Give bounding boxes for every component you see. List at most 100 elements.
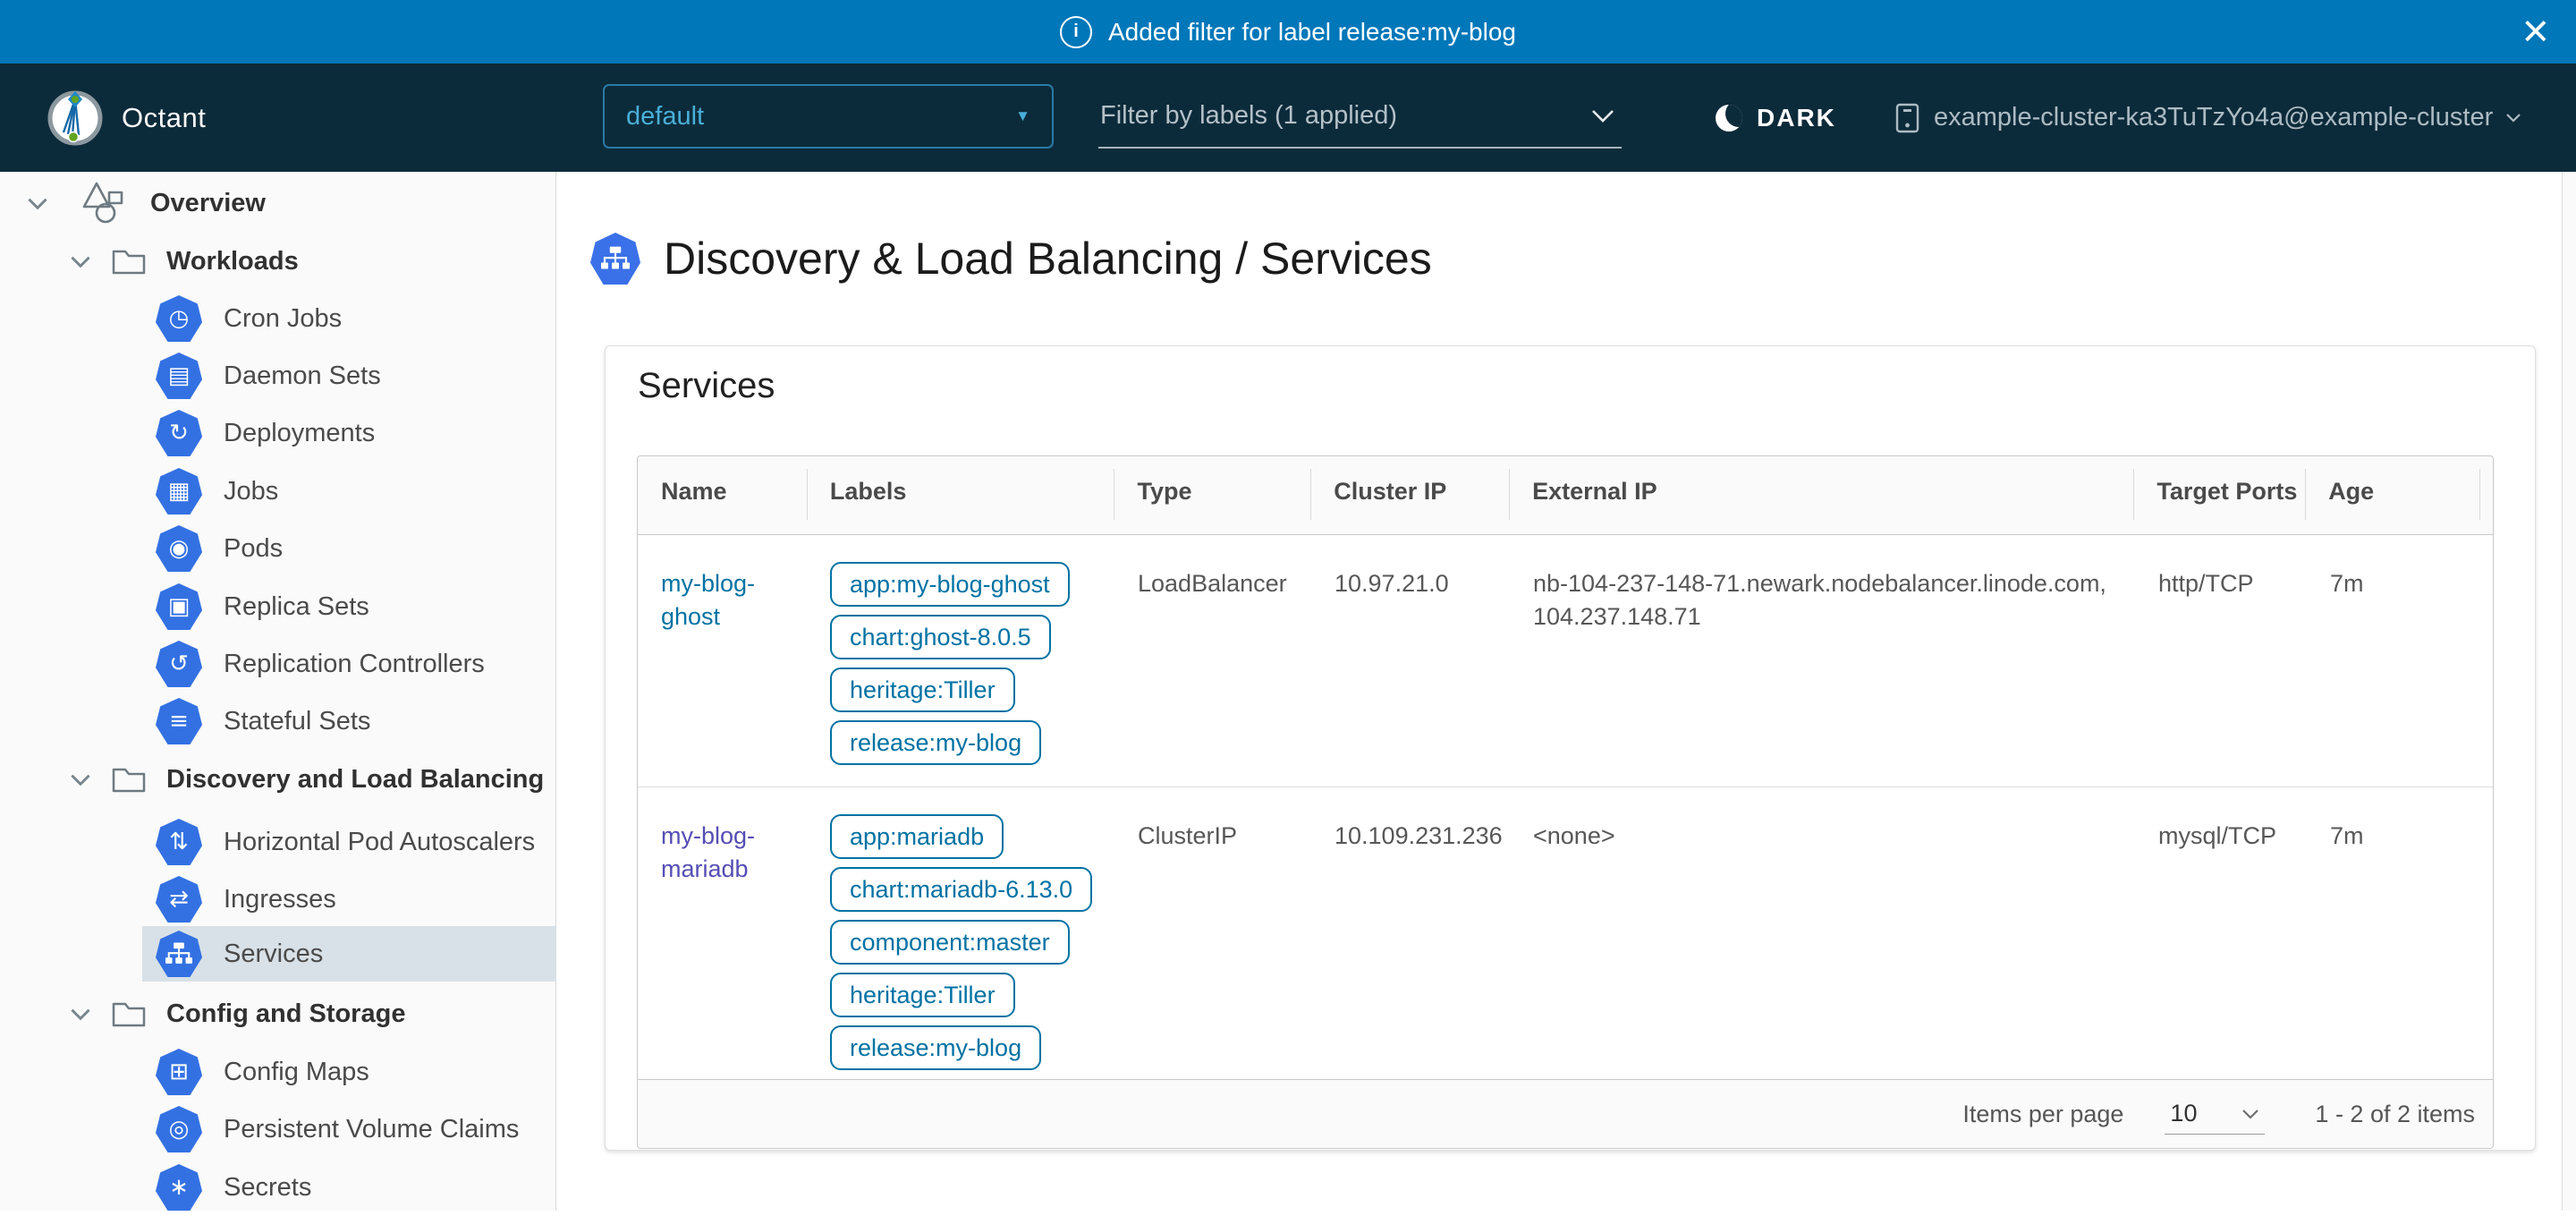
persistent-volume-claims-icon: ◎ (156, 1106, 202, 1152)
deployments-icon: ↻ (156, 410, 202, 456)
page-size-value: 10 (2170, 1100, 2197, 1127)
page-title: Discovery & Load Balancing / Services (590, 233, 1432, 285)
column-header-age: Age (2305, 456, 2479, 534)
theme-toggle-button[interactable]: DARK (1716, 64, 1836, 172)
chevron-down-icon (1591, 109, 1614, 123)
app-header: Octant default ▼ Filter by labels (1 app… (0, 64, 2576, 172)
sidebar-group-config-and-storage[interactable]: Config and Storage (0, 985, 626, 1042)
caret-down-icon[interactable] (70, 1007, 93, 1021)
column-header-cluster-ip: Cluster IP (1310, 456, 1509, 534)
target-ports-cell: mysql/TCP (2135, 787, 2307, 1079)
service-link[interactable]: my-blog-mariadb (661, 822, 755, 882)
sidebar-group-label: Workloads (166, 247, 299, 276)
column-header-external-ip: External IP (1509, 456, 2133, 534)
sidebar-item-label: Services (224, 940, 323, 969)
label-pill[interactable]: release:my-blog (830, 720, 1041, 765)
sidebar-item-label: Stateful Sets (224, 707, 370, 736)
caret-down-icon: ▼ (1015, 107, 1030, 125)
sidebar-item-label: Secrets (224, 1173, 311, 1203)
cluster-ip-cell: 10.97.21.0 (1311, 535, 1510, 787)
sidebar-group-workloads[interactable]: Workloads (0, 233, 626, 290)
cluster-icon (1894, 102, 1921, 134)
sidebar-item-label: Daemon Sets (224, 361, 381, 391)
cluster-ip-cell: 10.109.231.236 (1311, 787, 1510, 1079)
sidebar-item-overview[interactable]: Overview (0, 174, 583, 232)
caret-down-icon[interactable] (70, 772, 93, 787)
scrollbar[interactable] (2562, 172, 2576, 1211)
page-title-text: Discovery & Load Balancing / Services (664, 233, 1432, 285)
table-row: my-blog-mariadb app:mariadb chart:mariad… (638, 787, 2493, 1079)
services-icon (590, 233, 640, 285)
target-ports-cell: http/TCP (2135, 535, 2307, 787)
column-header-type: Type (1114, 456, 1310, 534)
sidebar-item-label: Horizontal Pod Autoscalers (224, 828, 535, 857)
stateful-sets-icon: ≡ (156, 698, 202, 744)
pods-icon: ◉ (156, 525, 202, 572)
service-link[interactable]: my-blog-ghost (661, 570, 755, 630)
label-pill[interactable]: app:my-blog-ghost (830, 562, 1070, 607)
items-per-page-label: Items per page (1962, 1101, 2123, 1128)
horizontal-pod-autoscalers-icon: ⇅ (156, 819, 202, 865)
folder-icon (111, 999, 147, 1029)
label-pill[interactable]: heritage:Tiller (830, 668, 1015, 712)
label-pill[interactable]: app:mariadb (830, 814, 1004, 859)
replica-sets-icon: ▣ (156, 583, 202, 630)
sidebar-item-label: Config Maps (224, 1058, 369, 1087)
column-header-spacer (2479, 456, 2493, 534)
label-pill[interactable]: chart:ghost-8.0.5 (830, 615, 1051, 659)
column-header-labels: Labels (807, 456, 1114, 534)
name-cell: my-blog-ghost (638, 535, 807, 787)
page-size-select[interactable]: 10 (2165, 1093, 2265, 1135)
sidebar-item-label: Deployments (224, 419, 375, 448)
replication-controllers-icon: ↺ (156, 641, 202, 687)
sidebar-item-label: Overview (150, 189, 266, 218)
external-ip-cell: nb-104-237-148-71.newark.nodebalancer.li… (1510, 535, 2135, 787)
sidebar-group-label: Config and Storage (166, 999, 405, 1029)
sidebar-item-label: Jobs (224, 477, 278, 506)
namespace-value: default (626, 102, 704, 132)
sidebar-item-label: Replication Controllers (224, 650, 485, 679)
pagination-range: 1 - 2 of 2 items (2315, 1101, 2475, 1128)
sidebar-item-label: Ingresses (224, 885, 336, 914)
card-title: Services (638, 366, 775, 406)
cluster-name: example-cluster-ka3TuTzYo4a@example-clus… (1934, 103, 2493, 132)
sidebar-group-label: Discovery and Load Balancing (166, 765, 544, 795)
column-header-name: Name (638, 456, 807, 534)
label-filter-dropdown[interactable]: Filter by labels (1 applied) (1098, 84, 1622, 149)
close-icon[interactable]: × (2522, 13, 2549, 51)
caret-down-icon[interactable] (70, 254, 93, 268)
age-cell: 7m (2307, 787, 2481, 1079)
caret-down-icon[interactable] (27, 196, 50, 210)
cluster-selector[interactable]: example-cluster-ka3TuTzYo4a@example-clus… (1894, 64, 2521, 172)
banner-message: Added filter for label release:my-blog (1108, 18, 1516, 47)
theme-toggle-label: DARK (1757, 104, 1836, 132)
daemon-sets-icon: ▤ (156, 353, 202, 399)
sidebar-group-discovery-and-load-balancing[interactable]: Discovery and Load Balancing (0, 751, 626, 808)
column-header-target-ports: Target Ports (2133, 456, 2305, 534)
services-icon (156, 931, 202, 977)
services-card: Services Name Labels Type Cluster IP Ext… (605, 345, 2536, 1151)
info-banner: i Added filter for label release:my-blog… (0, 0, 2576, 64)
ingresses-icon: ⇄ (156, 876, 202, 923)
labels-cell: app:my-blog-ghost chart:ghost-8.0.5 heri… (807, 535, 1114, 787)
label-pill[interactable]: heritage:Tiller (830, 973, 1015, 1017)
overview-icon (82, 182, 132, 225)
app-title: Octant (122, 64, 206, 172)
folder-icon (111, 246, 147, 276)
secrets-icon: ∗ (156, 1164, 202, 1211)
navigation-sidebar: Overview Workloads ◷ Cron Jobs ▤ Daemon … (0, 172, 556, 1211)
sidebar-item-label: Persistent Volume Claims (224, 1115, 519, 1144)
services-table: Name Labels Type Cluster IP External IP … (637, 455, 2494, 1149)
label-pill[interactable]: chart:mariadb-6.13.0 (830, 867, 1092, 912)
jobs-icon: ▦ (156, 468, 202, 514)
folder-icon (111, 764, 147, 795)
type-cell: LoadBalancer (1114, 535, 1311, 787)
octant-logo (47, 89, 104, 147)
name-cell: my-blog-mariadb (638, 787, 807, 1079)
table-row: my-blog-ghost app:my-blog-ghost chart:gh… (638, 535, 2493, 787)
label-pill[interactable]: release:my-blog (830, 1025, 1041, 1070)
namespace-dropdown[interactable]: default ▼ (603, 84, 1054, 149)
label-pill[interactable]: component:master (830, 920, 1070, 965)
sidebar-item-label: Replica Sets (224, 592, 369, 622)
chevron-down-icon (2505, 113, 2521, 123)
